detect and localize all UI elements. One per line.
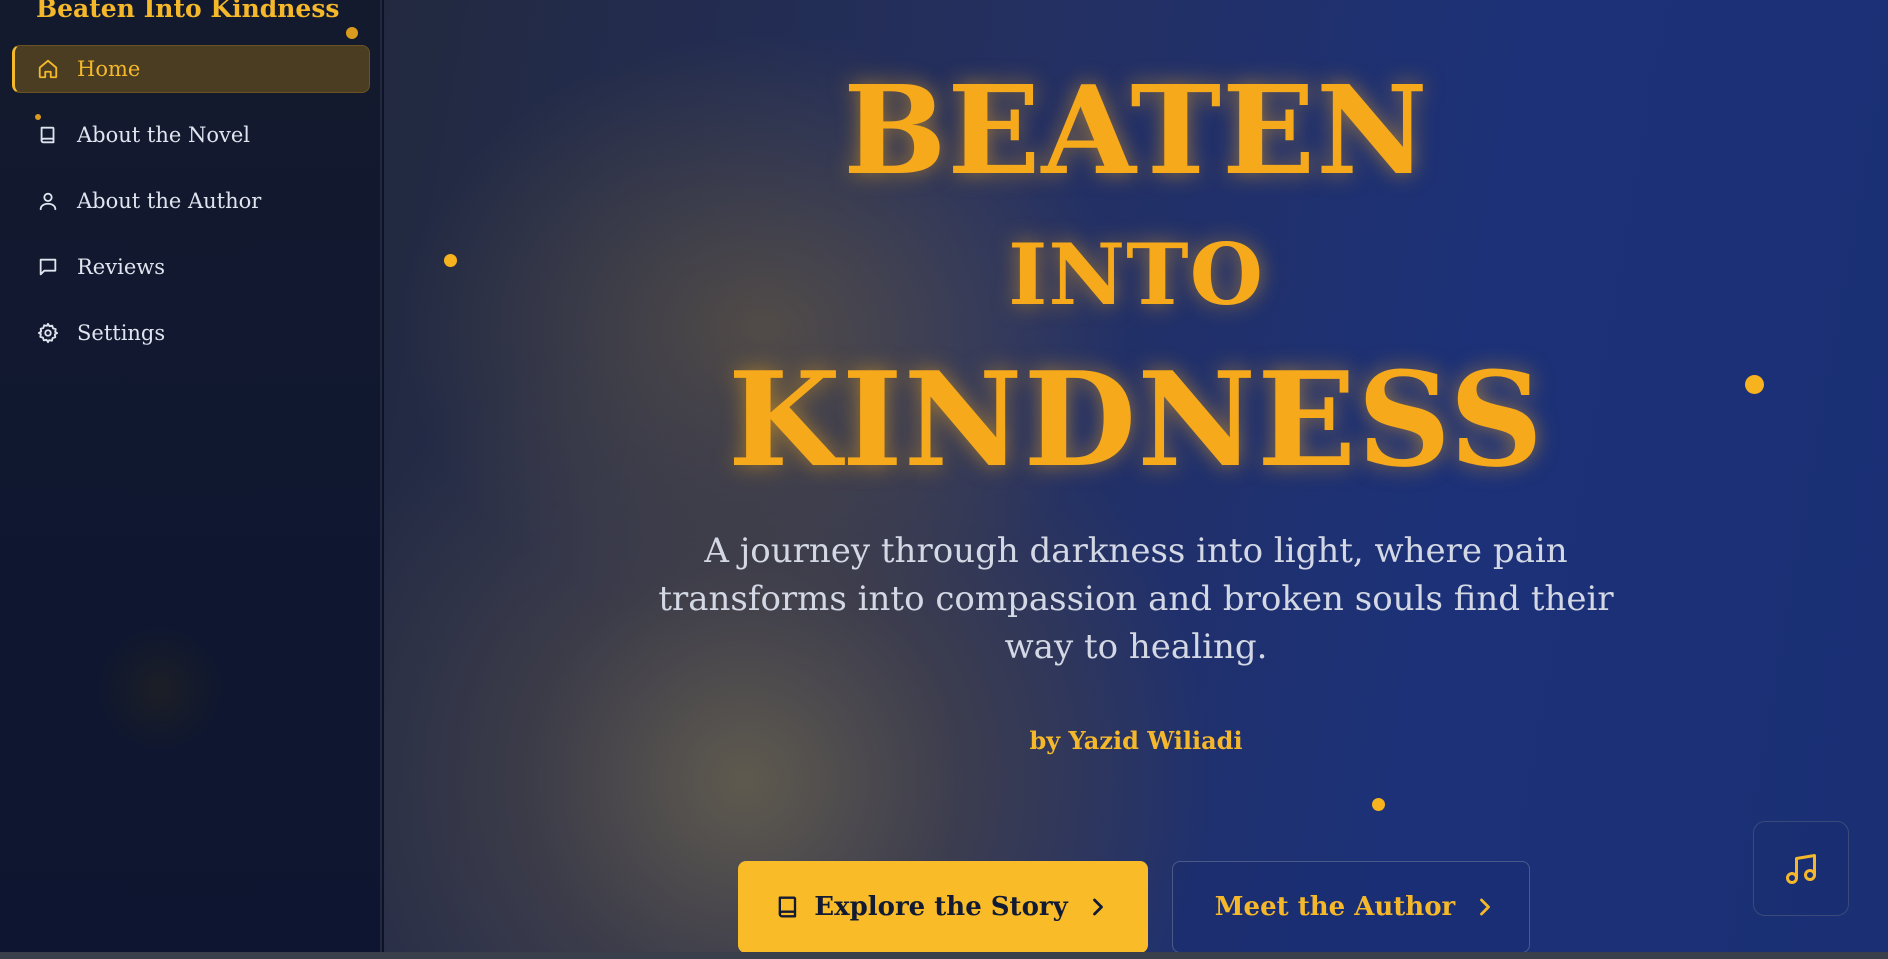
sidebar-item-label: Home <box>77 57 141 81</box>
decorative-dot <box>1372 798 1385 811</box>
sidebar-item-settings[interactable]: Settings <box>12 309 370 357</box>
music-toggle-button[interactable] <box>1753 821 1849 916</box>
sidebar-item-about-the-author[interactable]: About the Author <box>12 177 370 225</box>
hero-title-line-3: KINDNESS <box>727 343 1545 496</box>
home-icon <box>37 58 59 80</box>
book-icon <box>37 124 59 146</box>
sidebar-item-label: About the Author <box>77 189 262 213</box>
window-bottom-edge <box>0 952 1888 959</box>
button-label: Explore the Story <box>814 892 1068 922</box>
book-icon <box>774 893 802 921</box>
message-square-icon <box>37 256 59 278</box>
decorative-dot <box>346 27 358 39</box>
meet-the-author-button[interactable]: Meet the Author <box>1172 861 1530 952</box>
sidebar-item-label: Reviews <box>77 255 165 279</box>
music-icon <box>1786 853 1816 884</box>
sidebar-item-reviews[interactable]: Reviews <box>12 243 370 291</box>
chevron-right-icon <box>1084 893 1112 921</box>
chevron-right-icon <box>1471 893 1499 921</box>
sidebar-item-label: Settings <box>77 321 166 345</box>
hero-title-line-1: BEATEN <box>843 58 1429 202</box>
gear-icon <box>37 322 59 344</box>
hero-section: BEATEN INTO KINDNESS A journey through d… <box>384 0 1888 952</box>
sidebar-glow <box>95 625 225 755</box>
user-icon <box>37 190 59 212</box>
sidebar: Beaten Into Kindness Home About the Nove… <box>0 0 382 952</box>
button-label: Meet the Author <box>1214 892 1456 922</box>
sidebar-nav: Home About the Novel About the Author Re… <box>12 45 370 375</box>
hero-subtitle: A journey through darkness into light, w… <box>658 531 1614 667</box>
sidebar-item-about-the-novel[interactable]: About the Novel <box>12 111 370 159</box>
author-byline: by Yazid Wiliadi <box>1029 726 1243 755</box>
sidebar-item-label: About the Novel <box>77 123 250 147</box>
hero-title-line-2: INTO <box>1008 225 1264 324</box>
brand-title[interactable]: Beaten Into Kindness <box>36 0 339 23</box>
explore-the-story-button[interactable]: Explore the Story <box>738 861 1148 952</box>
sidebar-item-home[interactable]: Home <box>12 45 370 93</box>
